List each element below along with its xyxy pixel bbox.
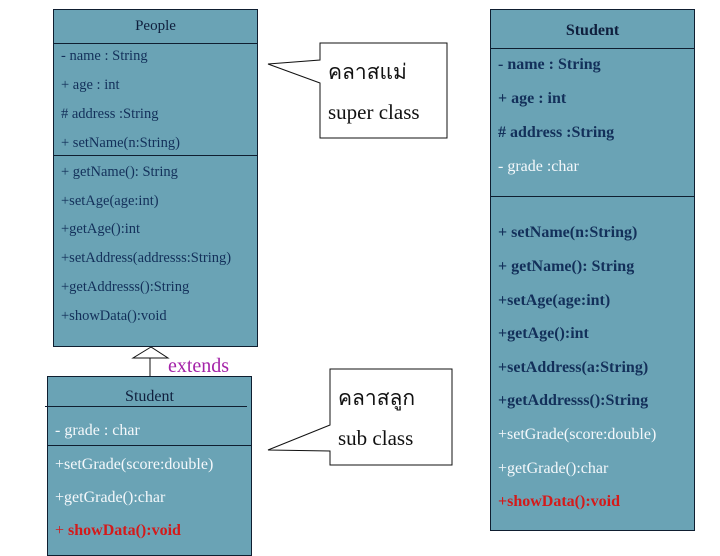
overridden-method-name: showData():void — [68, 522, 181, 539]
student-full-new-attribute: - grade :char — [498, 158, 579, 175]
student-full-class-name: Student — [565, 22, 620, 39]
student-full-class-box: Student - name : String + age : int # ad… — [490, 9, 695, 531]
sub-class-thai-label: คลาสลูก — [338, 386, 416, 410]
student-full-method: + getName(): String — [498, 258, 635, 275]
student-full-attribute: + age : int — [498, 90, 567, 107]
people-class-box: People - name : String + age : int # add… — [53, 9, 258, 347]
student-full-method: +getAddresss():String — [498, 392, 649, 409]
sub-class-english-label: sub class — [338, 426, 414, 450]
student-full-method: +setAddress(a:String) — [498, 359, 649, 376]
student-subclass-box: Student - grade : char +setGrade(score:d… — [45, 376, 252, 556]
student-full-method: +setAge(age:int) — [498, 292, 611, 309]
student-full-new-method: +setGrade(score:double) — [498, 426, 657, 443]
student-subclass-methods-divider — [48, 445, 251, 446]
student-full-new-method: +getGrade():char — [498, 460, 609, 477]
student-full-header-divider — [491, 48, 694, 49]
people-methods-divider — [54, 155, 257, 156]
student-full-overridden-method: +showData():void — [498, 493, 621, 510]
student-full-method: + setName(n:String) — [498, 224, 638, 241]
people-method: +showData():void — [61, 308, 167, 324]
student-subclass-overridden-method: + showData():void — [55, 522, 181, 540]
student-full-methods-divider — [491, 196, 694, 197]
people-attribute: # address :String — [61, 106, 159, 122]
people-attribute: + age : int — [61, 77, 120, 93]
student-full-method: +getAge():int — [498, 325, 589, 342]
student-subclass-method: +setGrade(score:double) — [55, 456, 214, 473]
people-header-divider — [54, 43, 257, 44]
generalization-arrowhead — [131, 346, 170, 359]
overridden-prefix: + — [55, 522, 69, 539]
student-subclass-attribute: - grade : char — [55, 422, 140, 439]
people-method: +setAge(age:int) — [61, 193, 159, 209]
student-full-attribute: - name : String — [498, 56, 601, 73]
super-class-english-label: super class — [328, 100, 420, 124]
people-method: +getAge():int — [61, 221, 141, 237]
extends-label: extends — [168, 355, 230, 377]
people-method: +setAddress(addresss:String) — [61, 250, 232, 266]
student-full-attribute: # address :String — [498, 124, 615, 141]
people-attribute: - name : String — [61, 48, 148, 64]
student-subclass-header-divider — [45, 406, 247, 407]
student-subclass-method: +getGrade():char — [55, 489, 166, 506]
people-method: +getAddresss():String — [61, 279, 190, 295]
people-method: + getName(): String — [61, 164, 178, 180]
student-subclass-name: Student — [125, 388, 174, 405]
people-method: + setName(n:String) — [61, 135, 180, 151]
super-class-thai-label: คลาสแม่ — [328, 60, 407, 84]
people-class-name: People — [135, 18, 176, 34]
